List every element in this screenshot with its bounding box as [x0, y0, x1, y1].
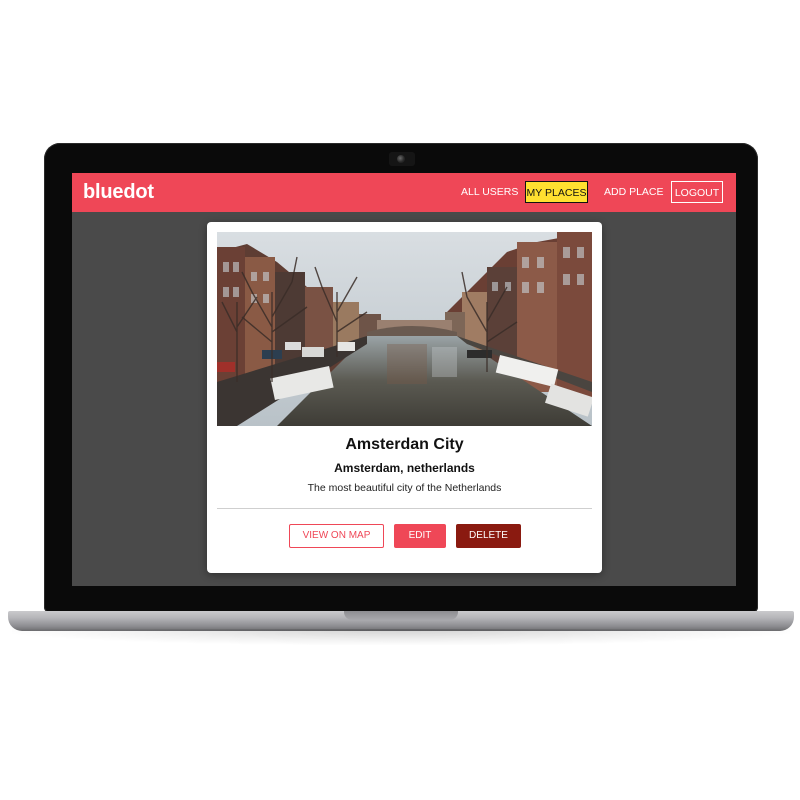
nav-add-place[interactable]: ADD PLACE — [599, 181, 669, 203]
place-description: The most beautiful city of the Netherlan… — [307, 482, 502, 494]
brand-logo[interactable]: bluedot — [83, 181, 154, 204]
main-navbar: bluedot ALL USERS MY PLACES ADD PLACE LO… — [72, 173, 736, 212]
logout-button[interactable]: LOGOUT — [671, 181, 723, 203]
laptop-mockup: bluedot ALL USERS MY PLACES ADD PLACE LO… — [0, 0, 800, 800]
delete-button[interactable]: DELETE — [456, 524, 521, 548]
card-divider — [217, 508, 592, 509]
place-address: Amsterdam, netherlands — [334, 461, 475, 475]
edit-button[interactable]: EDIT — [394, 524, 446, 548]
laptop-opening-notch — [344, 611, 458, 620]
camera-icon — [397, 155, 405, 163]
laptop-shadow — [12, 629, 790, 645]
place-card: Amsterdan City Amsterdam, netherlands Th… — [207, 222, 602, 573]
app-screen: bluedot ALL USERS MY PLACES ADD PLACE LO… — [72, 173, 736, 586]
place-image — [217, 232, 592, 426]
place-title: Amsterdan City — [345, 436, 464, 453]
nav-my-places[interactable]: MY PLACES — [525, 181, 588, 203]
nav-all-users[interactable]: ALL USERS — [456, 181, 523, 203]
view-on-map-button[interactable]: VIEW ON MAP — [289, 524, 384, 548]
